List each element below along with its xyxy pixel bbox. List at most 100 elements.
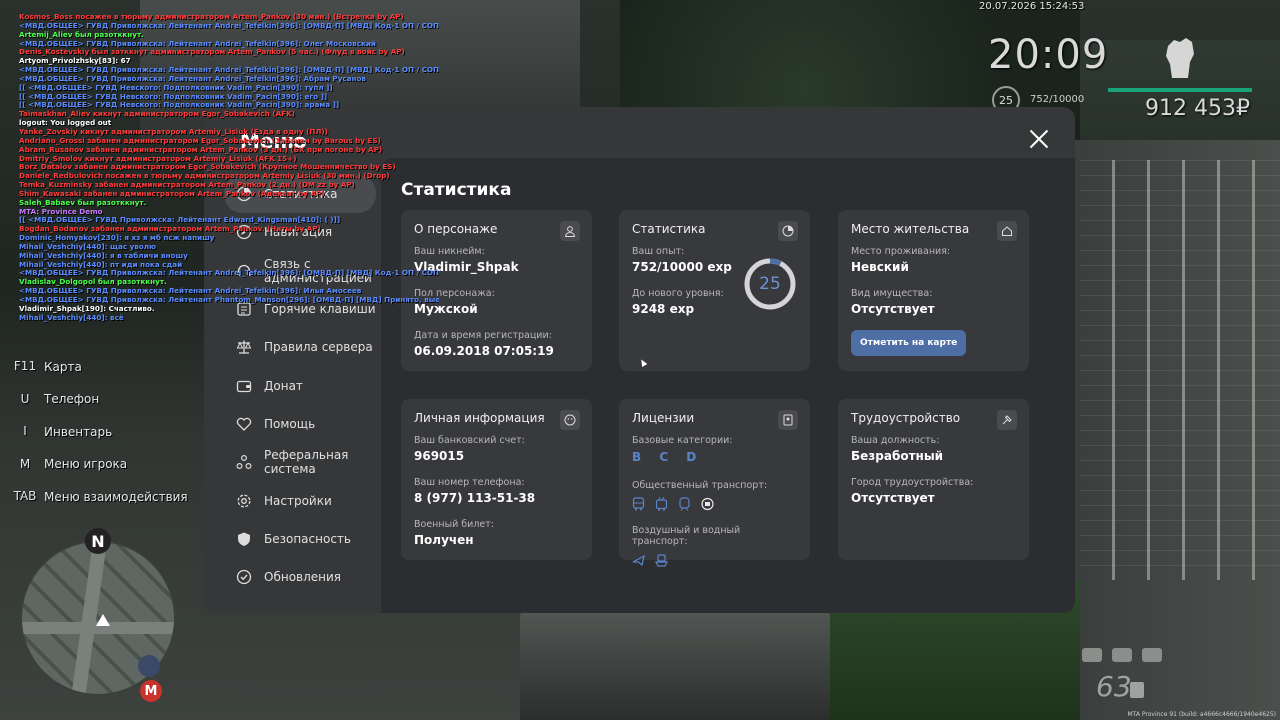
chat-line: [[ <МВД.ОБЩЕЕ> ГУВД Невского: Подполковн… <box>19 92 328 101</box>
nav-item-referral[interactable]: Реферальная система <box>224 443 376 481</box>
chat-line: Mihail_Veshchiy[440]: всё <box>19 313 124 322</box>
hud-exp: 752/10000 <box>1030 94 1085 105</box>
chat-line: Dmitriy_Smolov кикнут администратором Ar… <box>19 154 297 163</box>
field-label: Базовые категории: <box>632 435 733 446</box>
card-title: Лицензии <box>632 411 695 425</box>
statistics-panel: Статистика О персонаже Ваш никнейм: Vlad… <box>381 158 1075 613</box>
compass-north-icon: N <box>85 528 111 554</box>
chat-line: Mihail_Veshchiy[440]: я в табличи вношу <box>19 251 188 260</box>
nav-label: Помощь <box>264 416 316 431</box>
card-residence: Место жительства Место проживания: Невск… <box>838 210 1029 371</box>
card-personal-info: Личная информация Ваш банковский счет: 9… <box>401 399 592 560</box>
hud-money: 912 453₽ <box>1145 96 1250 121</box>
hud-clock: 20:09 <box>988 32 1109 78</box>
air-water-transport-icons <box>632 552 797 567</box>
hotkey-player-menu[interactable]: M Меню игрока <box>12 448 188 481</box>
fist-icon <box>1160 32 1200 78</box>
card-licenses: Лицензии Базовые категории: B C D Общест… <box>619 399 810 567</box>
field-label: Воздушный и водный транспорт: <box>632 525 741 547</box>
field-label: Дата и время регистрации: <box>414 330 552 341</box>
hotkey-label: Инвентарь <box>44 424 113 439</box>
field-label: Ваша должность: <box>851 435 940 446</box>
close-button[interactable] <box>1027 127 1051 151</box>
chat-line: <МВД.ОБЩЕЕ> ГУВД Приволжска: Лейтенант A… <box>19 269 439 278</box>
chat-line: <МВД.ОБЩЕЕ> ГУВД Приволжска: Лейтенант A… <box>19 74 366 83</box>
vehicle <box>520 600 830 720</box>
chat-line: Andriano_Grossi забанен администратором … <box>19 136 381 145</box>
chat-line: Mihail_Veshchiy[440]: щас уволю <box>19 242 157 251</box>
taxi-icon <box>701 496 714 511</box>
chat-line: Dominic_Homyakov[230]: я хз я мб псж нап… <box>19 234 215 243</box>
trolleybus-icon <box>655 496 668 511</box>
license-categories: B C D <box>632 450 704 464</box>
engine-icon <box>1142 648 1162 662</box>
hotkey-phone[interactable]: U Телефон <box>12 383 188 416</box>
hotkey-interaction-menu[interactable]: TAB Меню взаимодействия <box>12 480 188 513</box>
hammer-icon <box>997 410 1017 430</box>
hotkey-map[interactable]: F11 Карта <box>12 350 188 383</box>
chat-line: <МВД.ОБЩЕЕ> ГУВД Приволжска: Лейтенант A… <box>19 21 439 30</box>
nav-item-settings[interactable]: Настройки <box>224 481 376 519</box>
chat-line: Denis_Kostevskiy был затккнут администра… <box>19 48 405 57</box>
nav-item-updates[interactable]: Обновления <box>224 558 376 596</box>
card-title: Личная информация <box>414 411 545 425</box>
chat-line: [[ <МВД.ОБЩЕЕ> ГУВД Невского: Подполковн… <box>19 101 340 110</box>
gear-icon <box>236 493 252 509</box>
chat-line: logout: You logged out <box>19 119 112 128</box>
nav-item-rules[interactable]: Правила сервера <box>224 328 376 366</box>
pie-chart-icon <box>778 221 798 241</box>
phone-value: 8 (977) 113-51-38 <box>414 491 536 505</box>
chat-line: Bogdan_Bodanov забанен администратором A… <box>19 225 321 234</box>
chat-line: <МВД.ОБЩЕЕ> ГУВД Приволжска: Лейтенант A… <box>19 39 376 48</box>
build-info: MTA Province 91 (build: a4666c4666/1940e… <box>1127 711 1277 718</box>
hotkey-list: F11 Карта U Телефон I Инвентарь M Меню игрок… <box>12 350 188 513</box>
timestamp: 20.07.2026 15:24:53 <box>979 1 1085 12</box>
mark-on-map-button[interactable]: Отметить на карте <box>851 330 967 356</box>
user-icon <box>560 221 580 241</box>
nav-item-security[interactable]: Безопасность <box>224 520 376 558</box>
chat-line: Artyom_Privolzhsky[83]: 67 <box>19 57 131 66</box>
boat-icon <box>655 552 668 567</box>
house-icon <box>997 221 1017 241</box>
job-value: Безработный <box>851 449 944 463</box>
chat-line: Vladislav_Dolgopol был разотккнут. <box>19 278 167 287</box>
registration-value: 06.09.2018 07:05:19 <box>414 344 554 358</box>
face-icon <box>560 410 580 430</box>
chat-line: Shim_Kawasaki забанен администратором Ar… <box>19 189 325 198</box>
chat-line: Daniele_Redbulovich посажен в тюрьму адм… <box>19 172 390 181</box>
field-label: Общественный транспорт: <box>632 480 768 491</box>
speedometer: 63 <box>1096 670 1132 703</box>
chat-line: Mihail_Veshchiy[440]: пт иди пока сдай <box>19 260 183 269</box>
field-label: Ваш банковский счет: <box>414 435 525 446</box>
field-label: Ваш номер телефона: <box>414 477 525 488</box>
health-bar <box>1108 88 1252 92</box>
fuel-icon <box>1130 682 1144 698</box>
chat-line: Temka_Kuzminsky забанен администратором … <box>19 181 355 190</box>
card-title: Статистика <box>632 222 706 236</box>
chat-line: Vladimir_Shpak[190]: Счастливо. <box>19 304 155 313</box>
nav-label: Безопасность <box>264 531 351 546</box>
field-label: Место проживания: <box>851 246 951 257</box>
nav-item-donate[interactable]: Донат <box>224 366 376 404</box>
metro-blip-icon: М <box>140 680 162 702</box>
bus-icon <box>632 496 645 511</box>
police-blip-icon <box>138 655 160 677</box>
nav-label: Обновления <box>264 570 342 585</box>
chat-line: Kosmos_Boss посажен в тюрьму администрат… <box>19 13 404 21</box>
chat-line: <МВД.ОБЩЕЕ> ГУВД Приволжска: Лейтенант A… <box>19 66 439 75</box>
nav-item-help[interactable]: Помощь <box>224 405 376 443</box>
chat-line: Artemij_Aliev был разотккнут. <box>19 30 144 39</box>
hotkey-key: I <box>23 424 27 439</box>
military-id-value: Получен <box>414 533 474 547</box>
hotkey-inventory[interactable]: I Инвентарь <box>12 415 188 448</box>
level-value: 25 <box>759 274 781 294</box>
card-employment: Трудоустройство Ваша должность: Безработ… <box>838 399 1029 560</box>
card-statistics: Статистика Ваш опыт: 752/10000 exp До но… <box>619 210 810 371</box>
scales-icon <box>236 339 252 355</box>
job-city-value: Отсутствует <box>851 491 935 505</box>
player-arrow-icon <box>96 614 110 626</box>
chat-log: Kosmos_Boss посажен в тюрьму администрат… <box>19 13 439 323</box>
field-label: Город трудоустройства: <box>851 477 974 488</box>
heart-hands-icon <box>236 416 252 432</box>
id-card-icon <box>778 410 798 430</box>
